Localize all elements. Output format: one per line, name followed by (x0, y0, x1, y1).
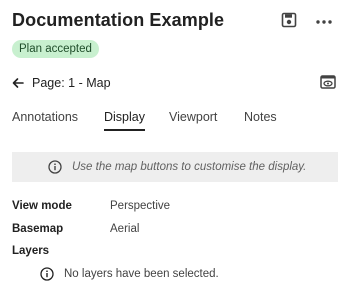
save-icon (281, 12, 297, 28)
back-button[interactable] (12, 76, 24, 88)
page-label: Page: 1 - Map (32, 76, 111, 90)
tab-viewport[interactable]: Viewport (169, 108, 217, 126)
layers-empty-message: No layers have been selected. (64, 268, 219, 280)
tab-notes[interactable]: Notes (244, 108, 277, 126)
page-selector-row: Page: 1 - Map (12, 74, 338, 92)
property-value: Aerial (110, 223, 140, 235)
tab-display[interactable]: Display (104, 108, 145, 131)
tab-annotations[interactable]: Annotations (12, 108, 78, 126)
property-key: Basemap (12, 223, 64, 235)
status-badge: Plan accepted (12, 40, 99, 58)
property-value: Perspective (110, 200, 171, 212)
tab-bar: Annotations Display Viewport Notes (12, 108, 338, 131)
layers-heading: Layers (12, 245, 50, 257)
info-icon (40, 267, 54, 281)
info-icon (48, 160, 62, 174)
more-horizontal-icon (316, 20, 332, 24)
preview-icon (320, 75, 336, 89)
panel-header: Documentation Example (12, 9, 338, 33)
layers-empty-state: No layers have been selected. (40, 266, 340, 282)
info-banner: Use the map buttons to customise the dis… (12, 152, 338, 182)
info-banner-message: Use the map buttons to customise the dis… (72, 161, 307, 173)
preview-button[interactable] (320, 75, 336, 89)
arrow-left-icon (12, 78, 24, 88)
save-button[interactable] (280, 11, 298, 29)
property-key: View mode (12, 200, 72, 212)
more-options-button[interactable] (314, 12, 334, 30)
page-title: Documentation Example (12, 10, 225, 30)
